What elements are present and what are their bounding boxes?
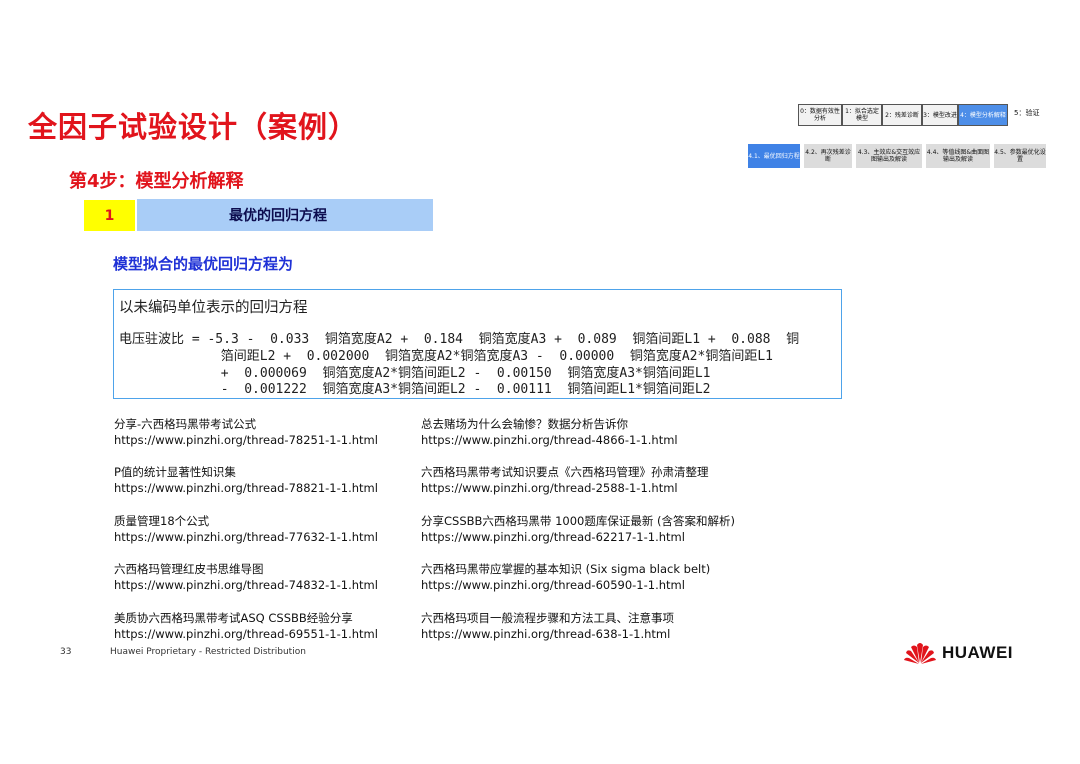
link-url[interactable]: https://www.pinzhi.org/thread-74832-1-1.… — [114, 577, 378, 593]
huawei-logo: HUAWEI — [903, 641, 1013, 665]
link-item[interactable]: 分享-六西格玛黑带考试公式 https://www.pinzhi.org/thr… — [114, 416, 378, 448]
process-chevron-4-active: 4：模型分析解释 — [958, 104, 1008, 126]
link-title: P值的统计显著性知识集 — [114, 465, 236, 479]
process-step-4-5: 4.5、参数最优化设置 — [994, 144, 1046, 168]
link-url[interactable]: https://www.pinzhi.org/thread-77632-1-1.… — [114, 529, 378, 545]
link-url[interactable]: https://www.pinzhi.org/thread-62217-1-1.… — [421, 529, 735, 545]
link-url[interactable]: https://www.pinzhi.org/thread-69551-1-1.… — [114, 626, 378, 642]
regression-equation-box: 以未编码单位表示的回归方程 电压驻波比 = -5.3 - 0.033 铜箔宽度A… — [113, 289, 842, 399]
link-item[interactable]: 六西格玛管理红皮书思维导图 https://www.pinzhi.org/thr… — [114, 561, 378, 593]
link-item[interactable]: 质量管理18个公式 https://www.pinzhi.org/thread-… — [114, 513, 378, 545]
equation-heading: 以未编码单位表示的回归方程 — [119, 300, 308, 316]
fit-label: 模型拟合的最优回归方程为 — [113, 255, 294, 273]
link-url[interactable]: https://www.pinzhi.org/thread-638-1-1.ht… — [421, 626, 674, 642]
process-chevron-0: 0：数据有效性分析 — [798, 104, 842, 126]
link-title: 总去赌场为什么会输惨？数据分析告诉你 — [421, 417, 628, 431]
process-chevron-1: 1：拟合选定模型 — [842, 104, 882, 126]
huawei-logo-text: HUAWEI — [942, 643, 1013, 662]
link-item[interactable]: 六西格玛黑带考试知识要点《六西格玛管理》孙肃清整理 https://www.pi… — [421, 464, 709, 496]
slide-title: 全因子试验设计（案例） — [28, 110, 359, 144]
process-step-4-1-active: 4.1、最优回归方程 — [748, 144, 800, 168]
section-number-box: 1 — [84, 200, 135, 231]
process-verify: 5：验证 — [1014, 109, 1040, 117]
link-item[interactable]: P值的统计显著性知识集 https://www.pinzhi.org/threa… — [114, 464, 378, 496]
process-chevron-3: 3：模型改进 — [922, 104, 958, 126]
page-number: 33 — [60, 647, 72, 657]
link-url[interactable]: https://www.pinzhi.org/thread-78821-1-1.… — [114, 480, 378, 496]
process-step-4-3: 4.3、主效应&交互效应图输出及解读 — [856, 144, 922, 168]
link-url[interactable]: https://www.pinzhi.org/thread-2588-1-1.h… — [421, 480, 709, 496]
link-item[interactable]: 六西格玛黑带应掌握的基本知识 (Six sigma black belt) ht… — [421, 561, 710, 593]
huawei-flower-icon — [904, 643, 936, 664]
equation-line-4: - 0.001222 铜箔宽度A3*铜箔间距L2 - 0.00111 铜箔间距L… — [119, 382, 711, 397]
section-title: 最优的回归方程 — [229, 208, 327, 224]
footer-text: Huawei Proprietary - Restricted Distribu… — [110, 647, 306, 657]
process-chevron-2: 2：残差诊断 — [882, 104, 922, 126]
link-item[interactable]: 美质协六西格玛黑带考试ASQ CSSBB经验分享 https://www.pin… — [114, 610, 378, 642]
link-url[interactable]: https://www.pinzhi.org/thread-4866-1-1.h… — [421, 432, 678, 448]
slide-subtitle: 第4步：模型分析解释 — [69, 171, 244, 192]
process-step-4-4: 4.4、等值线图&曲面图输出及解读 — [926, 144, 990, 168]
link-title: 六西格玛黑带应掌握的基本知识 (Six sigma black belt) — [421, 562, 711, 576]
link-title: 分享CSSBB六西格玛黑带 1000题库保证最新 (含答案和解析) — [421, 514, 735, 528]
process-step-4-2: 4.2、再次残差诊断 — [804, 144, 852, 168]
link-title: 质量管理18个公式 — [114, 514, 210, 528]
section-header-bar: 最优的回归方程 — [137, 199, 433, 231]
link-item[interactable]: 六西格玛项目一般流程步骤和方法工具、注意事项 https://www.pinzh… — [421, 610, 674, 642]
link-title: 六西格玛黑带考试知识要点《六西格玛管理》孙肃清整理 — [421, 465, 709, 479]
link-item[interactable]: 分享CSSBB六西格玛黑带 1000题库保证最新 (含答案和解析) https:… — [421, 513, 735, 545]
link-item[interactable]: 总去赌场为什么会输惨？数据分析告诉你 https://www.pinzhi.or… — [421, 416, 678, 448]
link-title: 美质协六西格玛黑带考试ASQ CSSBB经验分享 — [114, 611, 353, 625]
link-url[interactable]: https://www.pinzhi.org/thread-78251-1-1.… — [114, 432, 378, 448]
link-title: 六西格玛项目一般流程步骤和方法工具、注意事项 — [421, 611, 674, 625]
link-url[interactable]: https://www.pinzhi.org/thread-60590-1-1.… — [421, 577, 710, 593]
link-title: 六西格玛管理红皮书思维导图 — [114, 562, 264, 576]
link-title: 分享-六西格玛黑带考试公式 — [114, 417, 257, 431]
